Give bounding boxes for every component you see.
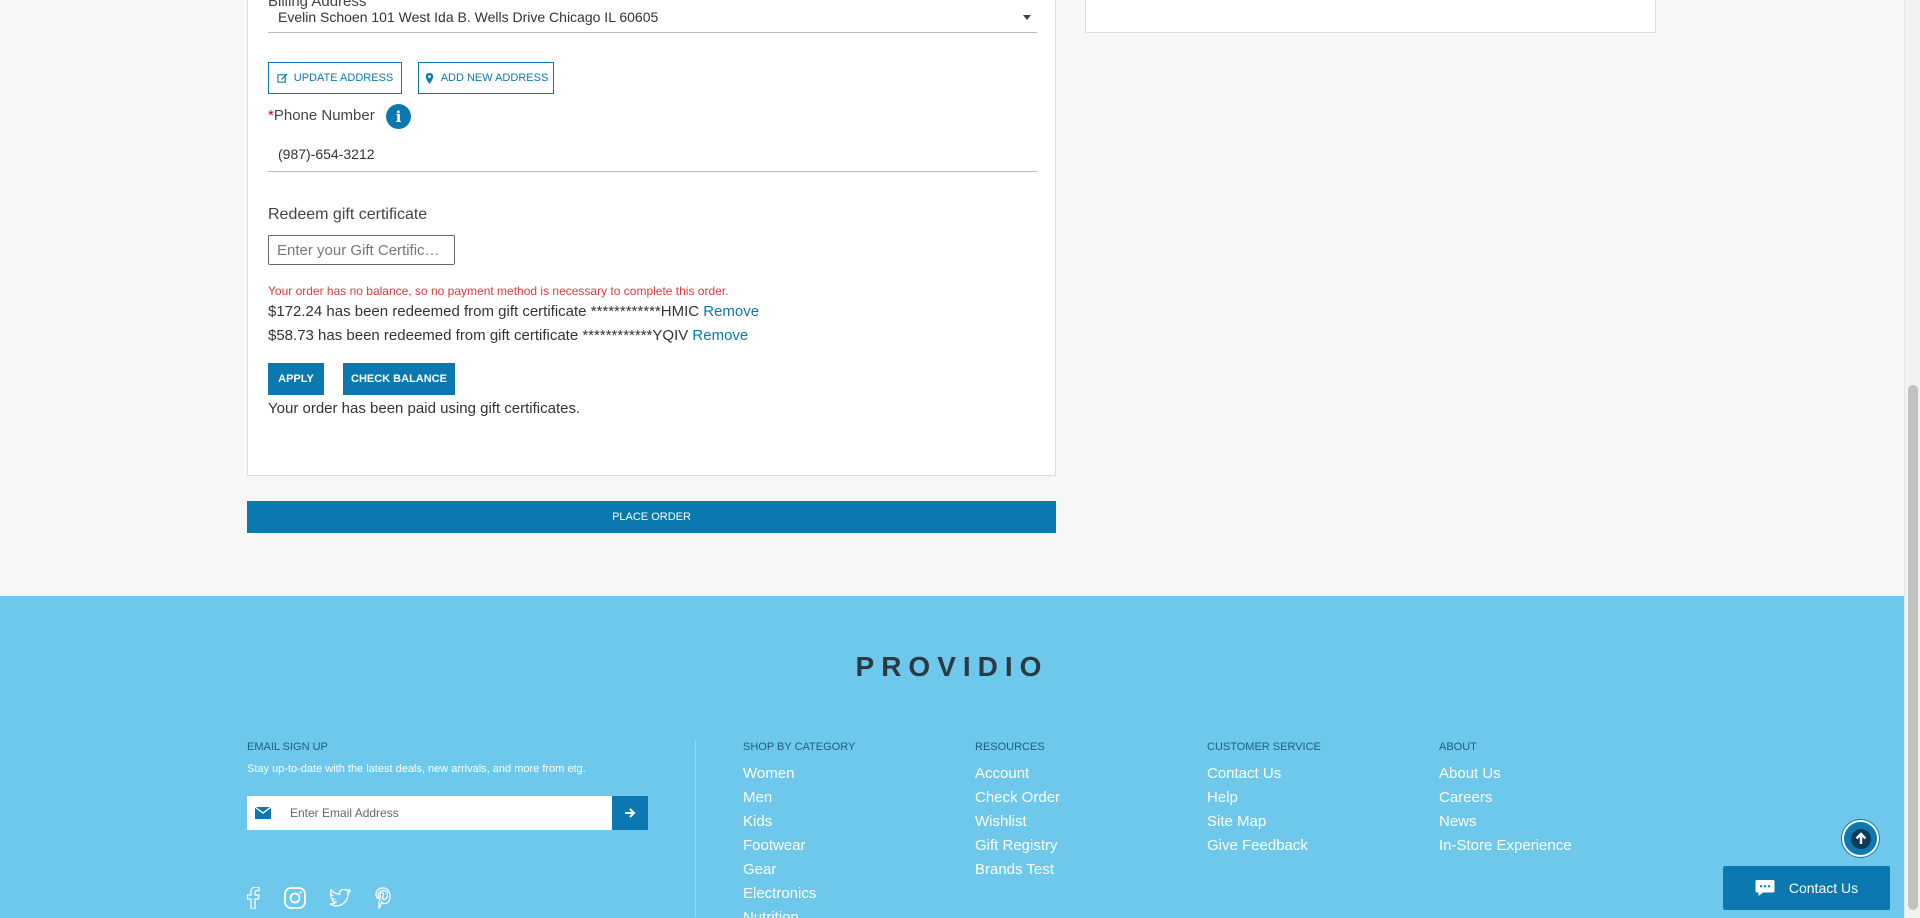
footer-brand-logo[interactable]: PROVIDIO — [0, 651, 1904, 683]
update-address-button[interactable]: UPDATE ADDRESS — [268, 62, 402, 94]
add-new-address-label: ADD NEW ADDRESS — [440, 72, 549, 84]
footer-link[interactable]: In-Store Experience — [1439, 836, 1572, 860]
footer-column-resources: Account Check Order Wishlist Gift Regist… — [975, 764, 1060, 884]
footer-link[interactable]: Electronics — [743, 884, 816, 908]
email-input[interactable]: Enter Email Address — [290, 806, 399, 820]
checkout-page: Billing Address Evelin Schoen 101 West I… — [0, 0, 1904, 918]
billing-address-select[interactable]: Evelin Schoen 101 West Ida B. Wells Driv… — [268, 4, 1037, 33]
footer-link[interactable]: Nutrition — [743, 908, 816, 918]
instagram-icon[interactable] — [283, 886, 307, 910]
remove-link[interactable]: Remove — [703, 303, 759, 320]
phone-label-text: Phone Number — [273, 107, 375, 124]
gift-certificate-input[interactable]: Enter your Gift Certificate Code — [268, 235, 455, 265]
add-new-address-button[interactable]: ADD NEW ADDRESS — [418, 62, 554, 94]
footer-link[interactable]: Site Map — [1207, 812, 1308, 836]
footer-link[interactable]: Check Order — [975, 788, 1060, 812]
footer-column-customer-service: Contact Us Help Site Map Give Feedback — [1207, 764, 1308, 860]
footer-link[interactable]: Footwear — [743, 836, 816, 860]
gift-certificate-placeholder: Enter your Gift Certificate Code — [277, 241, 446, 259]
billing-address-value: Evelin Schoen 101 West Ida B. Wells Driv… — [278, 9, 659, 25]
footer-link[interactable]: Women — [743, 764, 816, 788]
footer-link[interactable]: Contact Us — [1207, 764, 1308, 788]
arrow-up-icon — [1850, 828, 1871, 849]
footer-link[interactable]: Account — [975, 764, 1060, 788]
footer-link[interactable]: Gear — [743, 860, 816, 884]
footer: PROVIDIO EMAIL SIGN UP Stay up-to-date w… — [0, 596, 1904, 918]
scroll-to-top-button[interactable] — [1842, 820, 1879, 857]
update-address-label: UPDATE ADDRESS — [293, 72, 394, 84]
footer-divider — [695, 740, 696, 918]
footer-column-about: About Us Careers News In-Store Experienc… — [1439, 764, 1572, 860]
footer-link[interactable]: Men — [743, 788, 816, 812]
footer-column-heading: CUSTOMER SERVICE — [1207, 741, 1321, 753]
footer-column-heading: SHOP BY CATEGORY — [743, 741, 856, 753]
twitter-icon[interactable] — [328, 886, 352, 910]
footer-column-shop: Women Men Kids Footwear Gear Electronics… — [743, 764, 816, 918]
info-icon[interactable]: i — [386, 104, 411, 129]
scrollbar-thumb[interactable] — [1908, 385, 1918, 910]
redeemed-text: $58.73 has been redeemed from gift certi… — [268, 327, 689, 344]
footer-link[interactable]: Kids — [743, 812, 816, 836]
footer-column-heading: RESOURCES — [975, 741, 1045, 753]
footer-column-heading: ABOUT — [1439, 741, 1477, 753]
caret-down-icon — [1023, 15, 1031, 20]
payment-card: Billing Address Evelin Schoen 101 West I… — [247, 0, 1056, 476]
envelope-icon — [247, 796, 278, 830]
check-balance-button[interactable]: CHECK BALANCE — [343, 363, 455, 395]
pinterest-icon[interactable] — [371, 886, 395, 910]
footer-link[interactable]: Careers — [1439, 788, 1572, 812]
email-signup-text: Stay up-to-date with the latest deals, n… — [247, 763, 586, 775]
footer-link[interactable]: Gift Registry — [975, 836, 1060, 860]
facebook-icon[interactable] — [241, 886, 265, 910]
gift-certificate-label: Redeem gift certificate — [268, 206, 428, 223]
arrow-right-icon — [625, 808, 636, 818]
footer-link[interactable]: Help — [1207, 788, 1308, 812]
vertical-scrollbar[interactable] — [1904, 0, 1920, 918]
email-submit-button[interactable] — [612, 796, 648, 830]
redeemed-line: $172.24 has been redeemed from gift cert… — [268, 303, 759, 320]
contact-us-label: Contact Us — [1788, 880, 1859, 896]
edit-icon — [277, 72, 288, 83]
map-marker-icon — [425, 72, 433, 84]
email-signup-heading: EMAIL SIGN UP — [247, 741, 328, 753]
footer-link[interactable]: Wishlist — [975, 812, 1060, 836]
place-order-button[interactable]: PLACE ORDER — [247, 501, 1056, 533]
chat-icon — [1755, 880, 1775, 896]
remove-link[interactable]: Remove — [692, 327, 748, 344]
phone-number-label: *Phone Number — [268, 107, 375, 124]
footer-link[interactable]: Brands Test — [975, 860, 1060, 884]
no-balance-message: Your order has no balance, so no payment… — [268, 284, 729, 298]
redeemed-line: $58.73 has been redeemed from gift certi… — [268, 327, 748, 344]
redeemed-text: $172.24 has been redeemed from gift cert… — [268, 303, 700, 320]
email-signup-form: Enter Email Address — [247, 796, 648, 830]
apply-button[interactable]: APPLY — [268, 363, 324, 395]
contact-us-chat-button[interactable]: Contact Us — [1723, 866, 1890, 910]
footer-link[interactable]: About Us — [1439, 764, 1572, 788]
footer-link[interactable]: News — [1439, 812, 1572, 836]
order-summary-card — [1085, 0, 1656, 33]
phone-number-value: (987)-654-3212 — [278, 146, 375, 162]
paid-message: Your order has been paid using gift cert… — [268, 400, 581, 417]
phone-number-input[interactable]: (987)-654-3212 — [268, 138, 1037, 172]
footer-link[interactable]: Give Feedback — [1207, 836, 1308, 860]
